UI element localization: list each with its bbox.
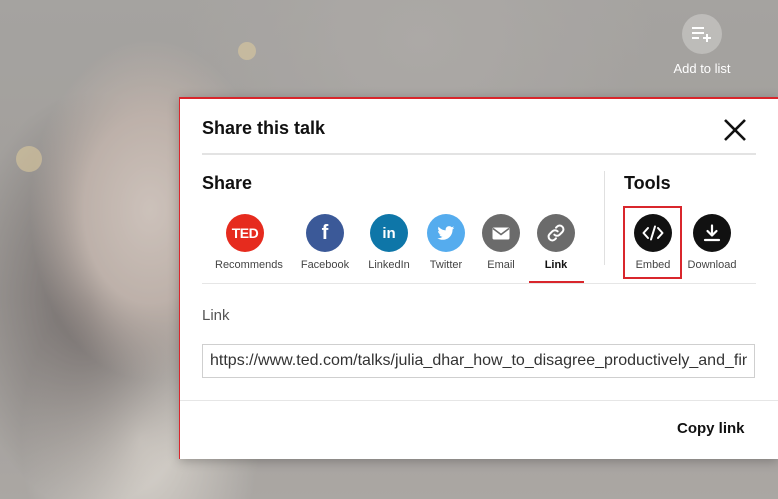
add-to-list-button[interactable]: Add to list [664, 14, 740, 76]
share-option-label: Link [544, 259, 568, 271]
email-icon [482, 214, 520, 252]
share-link-button[interactable]: Link [526, 214, 586, 271]
divider [202, 153, 756, 155]
share-facebook-button[interactable]: f Facebook [295, 214, 355, 271]
download-icon [693, 214, 731, 252]
divider [202, 283, 756, 284]
embed-code-icon [634, 214, 672, 252]
ted-logo-icon: TED [226, 214, 264, 252]
share-link-field[interactable] [202, 344, 755, 378]
playlist-add-icon [682, 14, 722, 54]
share-ted-recommends-button[interactable]: TED Recommends [215, 214, 283, 271]
share-linkedin-button[interactable]: in LinkedIn [359, 214, 419, 271]
share-heading: Share [202, 173, 253, 193]
facebook-icon: f [306, 214, 344, 252]
share-email-button[interactable]: Email [471, 214, 531, 271]
divider [180, 400, 778, 401]
close-button[interactable] [721, 116, 749, 144]
share-option-label: LinkedIn [368, 259, 410, 271]
share-option-label: Facebook [300, 259, 350, 271]
tool-label: Embed [635, 259, 671, 271]
linkedin-icon: in [370, 214, 408, 252]
dialog-title: Share this talk [202, 118, 326, 138]
share-option-label: Recommends [215, 259, 283, 271]
add-to-list-label: Add to list [673, 61, 731, 76]
link-icon [537, 214, 575, 252]
share-option-label: Twitter [429, 259, 463, 271]
tool-label: Download [687, 259, 737, 271]
link-field-label: Link [202, 307, 230, 324]
tools-heading: Tools [624, 173, 671, 193]
twitter-icon [427, 214, 465, 252]
embed-button[interactable]: Embed [623, 214, 683, 271]
share-twitter-button[interactable]: Twitter [416, 214, 476, 271]
download-button[interactable]: Download [682, 214, 742, 271]
share-dialog: Share this talk Share Tools TED Recommen… [179, 97, 778, 459]
close-icon [724, 119, 746, 141]
copy-link-button[interactable]: Copy link [677, 420, 745, 437]
share-option-label: Email [487, 259, 515, 271]
section-divider [604, 171, 605, 265]
